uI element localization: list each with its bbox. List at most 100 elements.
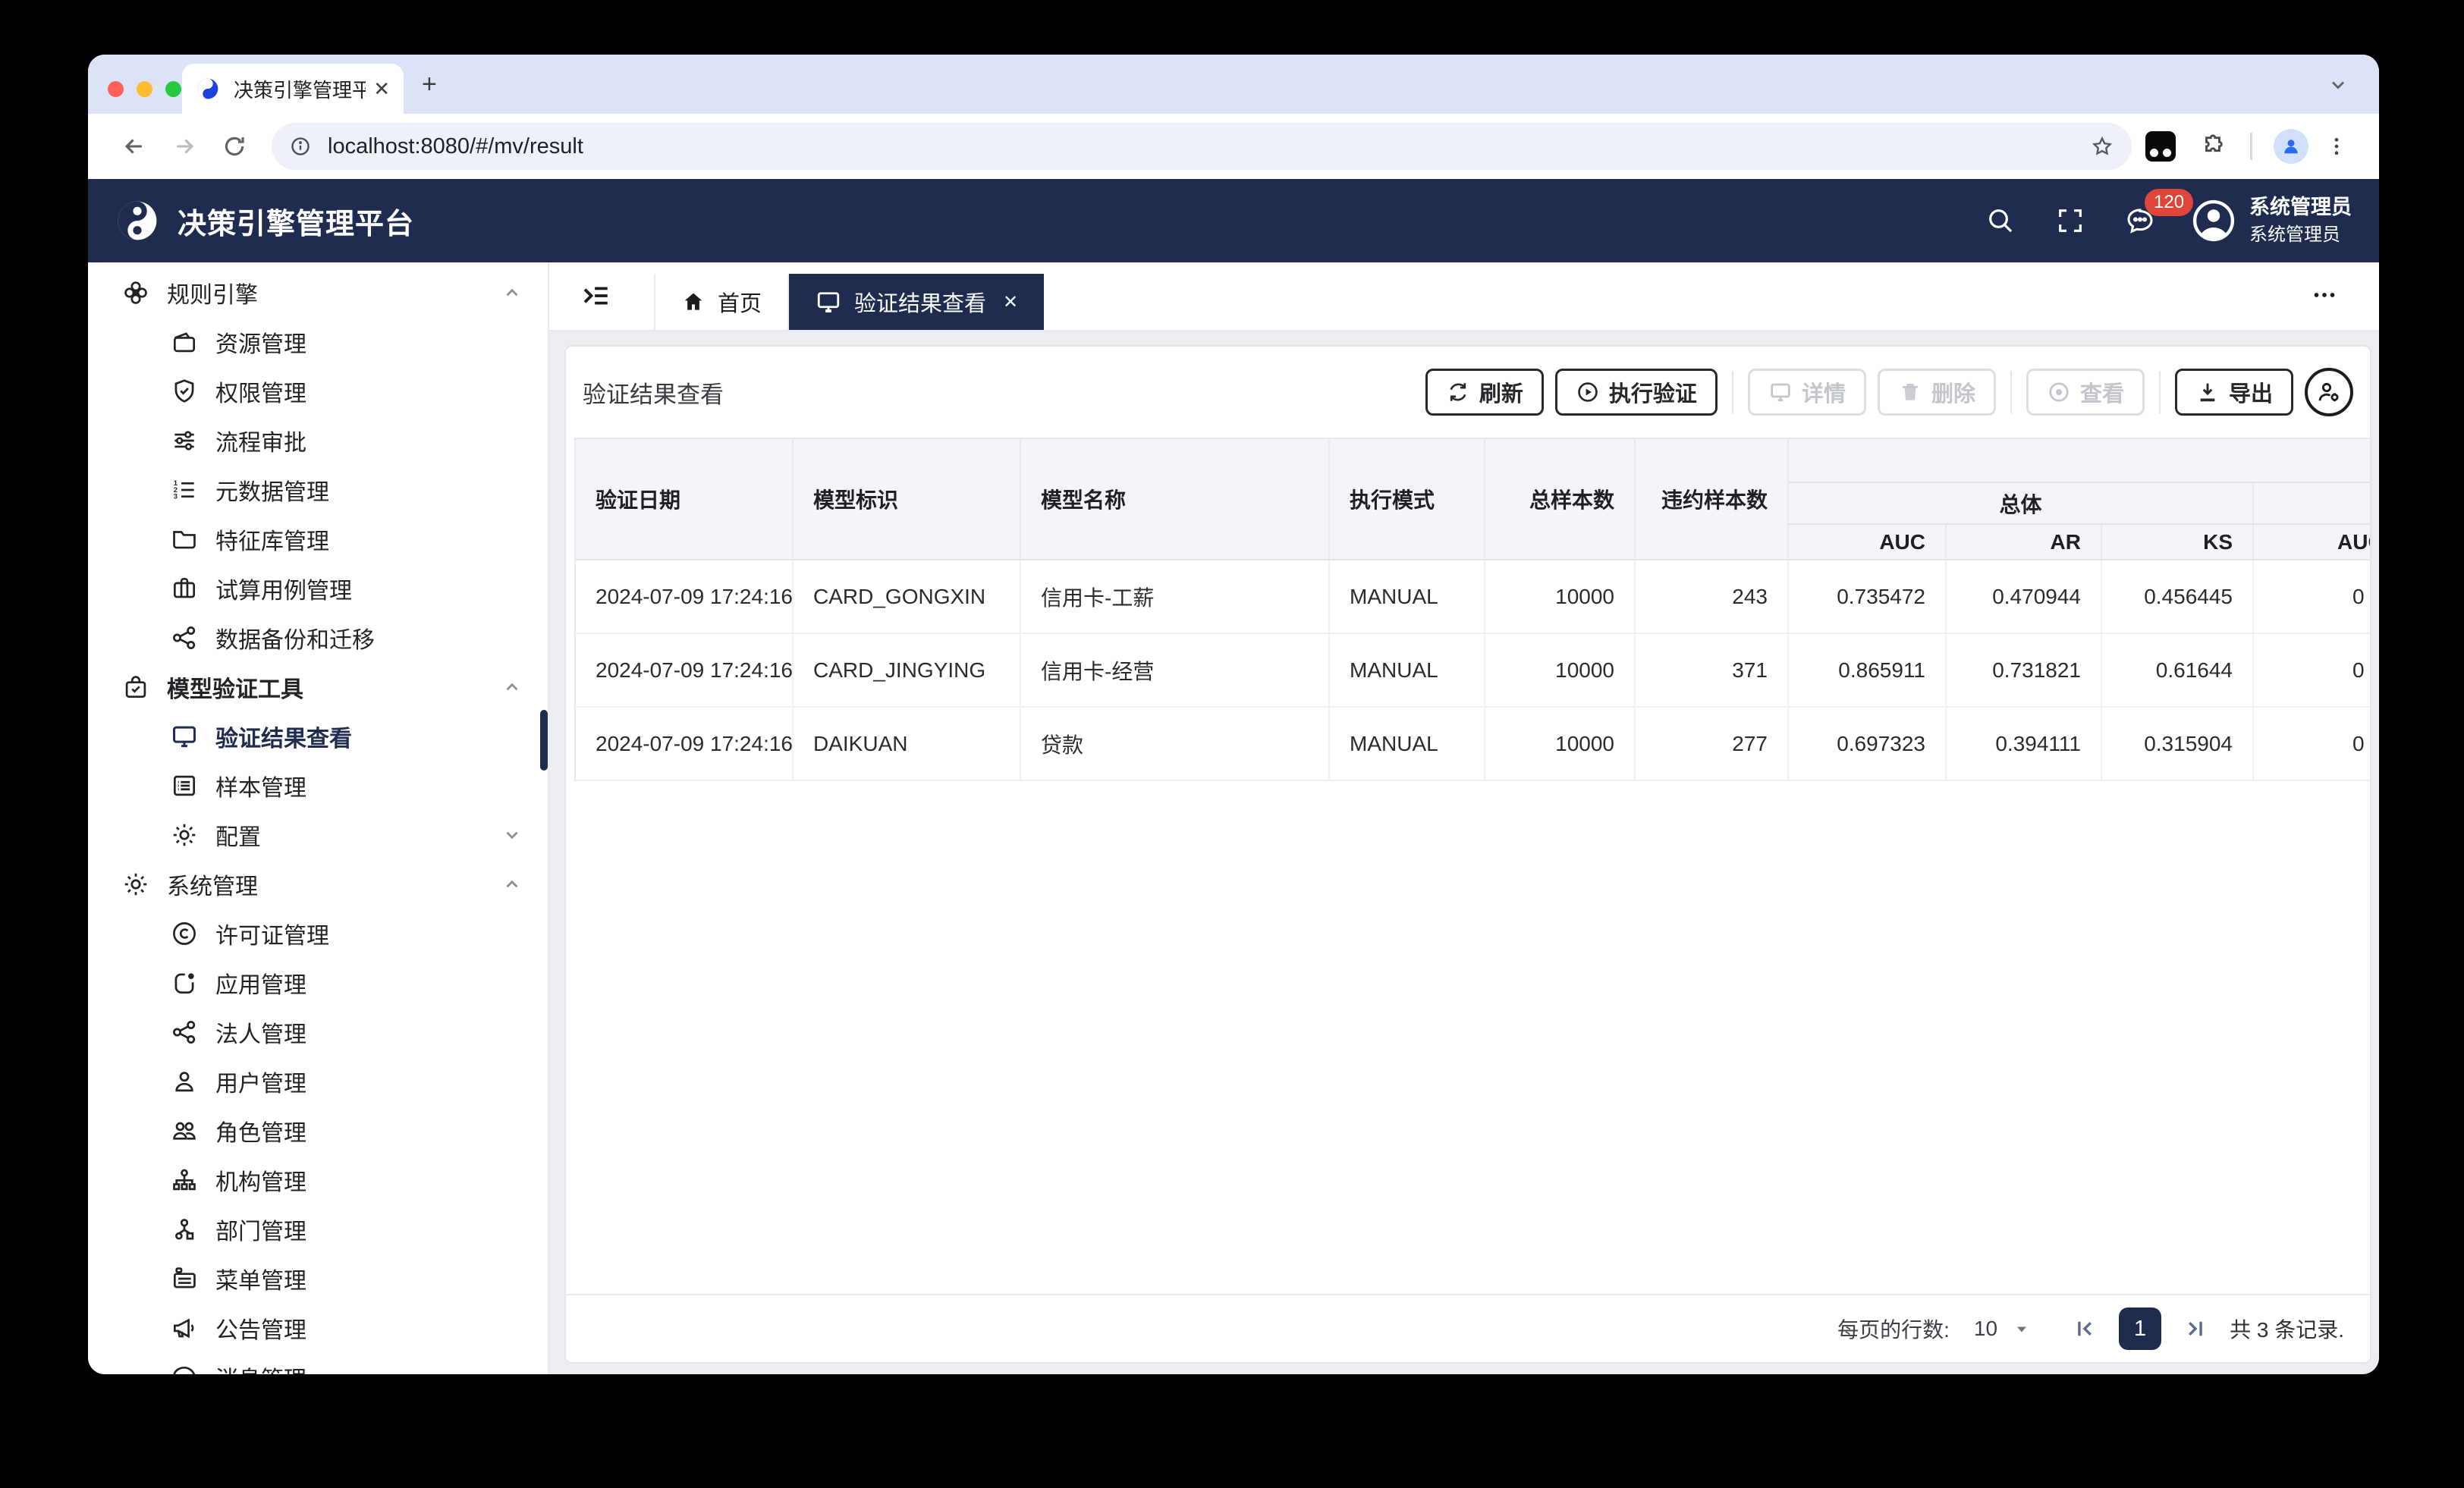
url-input[interactable]: localhost:8080/#/mv/result <box>272 123 2132 170</box>
cell-mode[interactable]: MANUAL <box>1330 634 1485 708</box>
sidebar-item-app-mgmt[interactable]: 应用管理 <box>88 958 548 1007</box>
sidebar-item-permission[interactable]: 权限管理 <box>88 366 548 416</box>
sidebar-item-menu-mgmt[interactable]: 菜单管理 <box>88 1254 548 1303</box>
col-header-model-name[interactable]: 模型名称 <box>1021 439 1330 560</box>
cell-defaults[interactable]: 243 <box>1636 560 1789 634</box>
site-info-icon[interactable] <box>290 136 311 157</box>
tab-close-icon[interactable]: ✕ <box>1003 291 1018 313</box>
bookmark-star-icon[interactable] <box>2091 135 2114 158</box>
fullscreen-icon[interactable] <box>2055 206 2085 236</box>
col-header-auc[interactable]: AUC <box>1789 525 1947 560</box>
cell-auc-next[interactable]: 0 <box>2254 560 2370 634</box>
cell-total[interactable]: 10000 <box>1485 560 1636 634</box>
close-window-button[interactable] <box>108 81 124 97</box>
cell-auc[interactable]: 0.865911 <box>1789 634 1947 708</box>
minimize-window-button[interactable] <box>137 81 152 97</box>
rows-dropdown-chevron-icon[interactable] <box>2013 1320 2031 1338</box>
page-number-button[interactable]: 1 <box>2119 1307 2162 1350</box>
cell-model-name[interactable]: 贷款 <box>1021 708 1330 781</box>
refresh-button[interactable]: 刷新 <box>1425 369 1544 416</box>
user-info[interactable]: 系统管理员 系统管理员 <box>2249 195 2352 246</box>
sidebar-item-org-mgmt[interactable]: 机构管理 <box>88 1155 548 1204</box>
sidebar-item-data-backup[interactable]: 数据备份和迁移 <box>88 613 548 662</box>
rows-per-page-value[interactable]: 10 <box>1974 1317 1997 1341</box>
column-settings-button[interactable] <box>2305 368 2353 416</box>
reload-icon[interactable] <box>222 133 247 159</box>
sidebar-item-metadata[interactable]: 123 元数据管理 <box>88 465 548 514</box>
cell-auc[interactable]: 0.735472 <box>1789 560 1947 634</box>
cell-date[interactable]: 2024-07-09 17:24:16 <box>576 708 794 781</box>
col-header-model-id[interactable]: 模型标识 <box>794 439 1021 560</box>
tab-close-icon[interactable]: ✕ <box>373 77 390 101</box>
cell-auc-next[interactable]: 0 <box>2254 634 2370 708</box>
cell-total[interactable]: 10000 <box>1485 634 1636 708</box>
cell-defaults[interactable]: 371 <box>1636 634 1789 708</box>
cell-total[interactable]: 10000 <box>1485 708 1636 781</box>
forward-icon[interactable] <box>171 133 197 159</box>
sidebar-section-rule-engine[interactable]: 规则引擎 <box>88 268 548 317</box>
sidebar-item-config[interactable]: 配置 <box>88 810 548 859</box>
col-header-ks[interactable]: KS <box>2102 525 2254 560</box>
view-button[interactable]: 查看 <box>2026 369 2145 416</box>
col-header-mode[interactable]: 执行模式 <box>1330 439 1485 560</box>
cell-ar[interactable]: 0.470944 <box>1947 560 2102 634</box>
cell-mode[interactable]: MANUAL <box>1330 560 1485 634</box>
col-header-ar[interactable]: AR <box>1947 525 2102 560</box>
browser-tab[interactable]: 决策引擎管理平台 ✕ <box>182 64 404 114</box>
sidebar-item-license[interactable]: 许可证管理 <box>88 909 548 958</box>
tab-home[interactable]: 首页 <box>654 274 790 330</box>
col-header-defaults[interactable]: 违约样本数 <box>1636 439 1789 560</box>
maximize-window-button[interactable] <box>165 81 181 97</box>
cell-model-id[interactable]: CARD_GONGXIN <box>794 560 1021 634</box>
back-icon[interactable] <box>121 133 147 159</box>
extension-badge-icon[interactable] <box>2145 131 2176 162</box>
cell-date[interactable]: 2024-07-09 17:24:16 <box>576 634 794 708</box>
sidebar-collapse-icon[interactable] <box>580 280 611 312</box>
cell-ar[interactable]: 0.731821 <box>1947 634 2102 708</box>
sidebar-item-user-mgmt[interactable]: 用户管理 <box>88 1056 548 1106</box>
cell-ks[interactable]: 0.61644 <box>2102 634 2254 708</box>
cell-model-name[interactable]: 信用卡-经营 <box>1021 634 1330 708</box>
cell-date[interactable]: 2024-07-09 17:24:16 <box>576 560 794 634</box>
cell-mode[interactable]: MANUAL <box>1330 708 1485 781</box>
browser-menu-kebab-icon[interactable] <box>2325 135 2348 158</box>
sidebar-item-announcement[interactable]: 公告管理 <box>88 1303 548 1352</box>
sidebar-item-message-mgmt[interactable]: 消息管理 <box>88 1352 548 1374</box>
cell-auc[interactable]: 0.697323 <box>1789 708 1947 781</box>
first-page-icon[interactable] <box>2072 1316 2098 1342</box>
sidebar-scrollbar-thumb[interactable] <box>540 710 548 771</box>
col-header-date[interactable]: 验证日期 <box>576 439 794 560</box>
cell-ks[interactable]: 0.456445 <box>2102 560 2254 634</box>
tab-more-icon[interactable] <box>2311 281 2338 309</box>
export-button[interactable]: 导出 <box>2174 369 2293 416</box>
tab-search-chevron-icon[interactable] <box>2327 74 2349 96</box>
run-validation-button[interactable]: 执行验证 <box>1554 369 1718 416</box>
new-tab-button[interactable]: + <box>422 71 437 97</box>
sidebar-item-role-mgmt[interactable]: 角色管理 <box>88 1106 548 1155</box>
cell-model-id[interactable]: DAIKUAN <box>794 708 1021 781</box>
col-header-auc-next[interactable]: AUC <box>2254 525 2370 560</box>
sidebar-item-resource[interactable]: 资源管理 <box>88 317 548 366</box>
last-page-icon[interactable] <box>2183 1316 2208 1342</box>
cell-ar[interactable]: 0.394111 <box>1947 708 2102 781</box>
cell-model-id[interactable]: CARD_JINGYING <box>794 634 1021 708</box>
tab-validation-result[interactable]: 验证结果查看 ✕ <box>789 274 1045 330</box>
delete-button[interactable]: 删除 <box>1877 369 1996 416</box>
sidebar-item-sample-mgmt[interactable]: 样本管理 <box>88 761 548 810</box>
sidebar-item-feature-lib[interactable]: 特征库管理 <box>88 514 548 563</box>
messages-button[interactable]: 120 <box>2125 189 2194 236</box>
cell-auc-next[interactable]: 0 <box>2254 708 2370 781</box>
extensions-puzzle-icon[interactable] <box>2200 133 2226 159</box>
sidebar-item-dept-mgmt[interactable]: 部门管理 <box>88 1204 548 1254</box>
sidebar-item-validation-result[interactable]: 验证结果查看 <box>88 711 548 761</box>
cell-defaults[interactable]: 277 <box>1636 708 1789 781</box>
col-header-total[interactable]: 总样本数 <box>1485 439 1636 560</box>
user-avatar[interactable] <box>2192 199 2236 243</box>
browser-profile-avatar[interactable] <box>2274 129 2308 164</box>
cell-ks[interactable]: 0.315904 <box>2102 708 2254 781</box>
sidebar-item-flow-approval[interactable]: 流程审批 <box>88 416 548 465</box>
sidebar-item-trial-case[interactable]: 试算用例管理 <box>88 563 548 613</box>
sidebar-section-system[interactable]: 系统管理 <box>88 859 548 909</box>
cell-model-name[interactable]: 信用卡-工薪 <box>1021 560 1330 634</box>
sidebar-item-legal-entity[interactable]: 法人管理 <box>88 1007 548 1056</box>
